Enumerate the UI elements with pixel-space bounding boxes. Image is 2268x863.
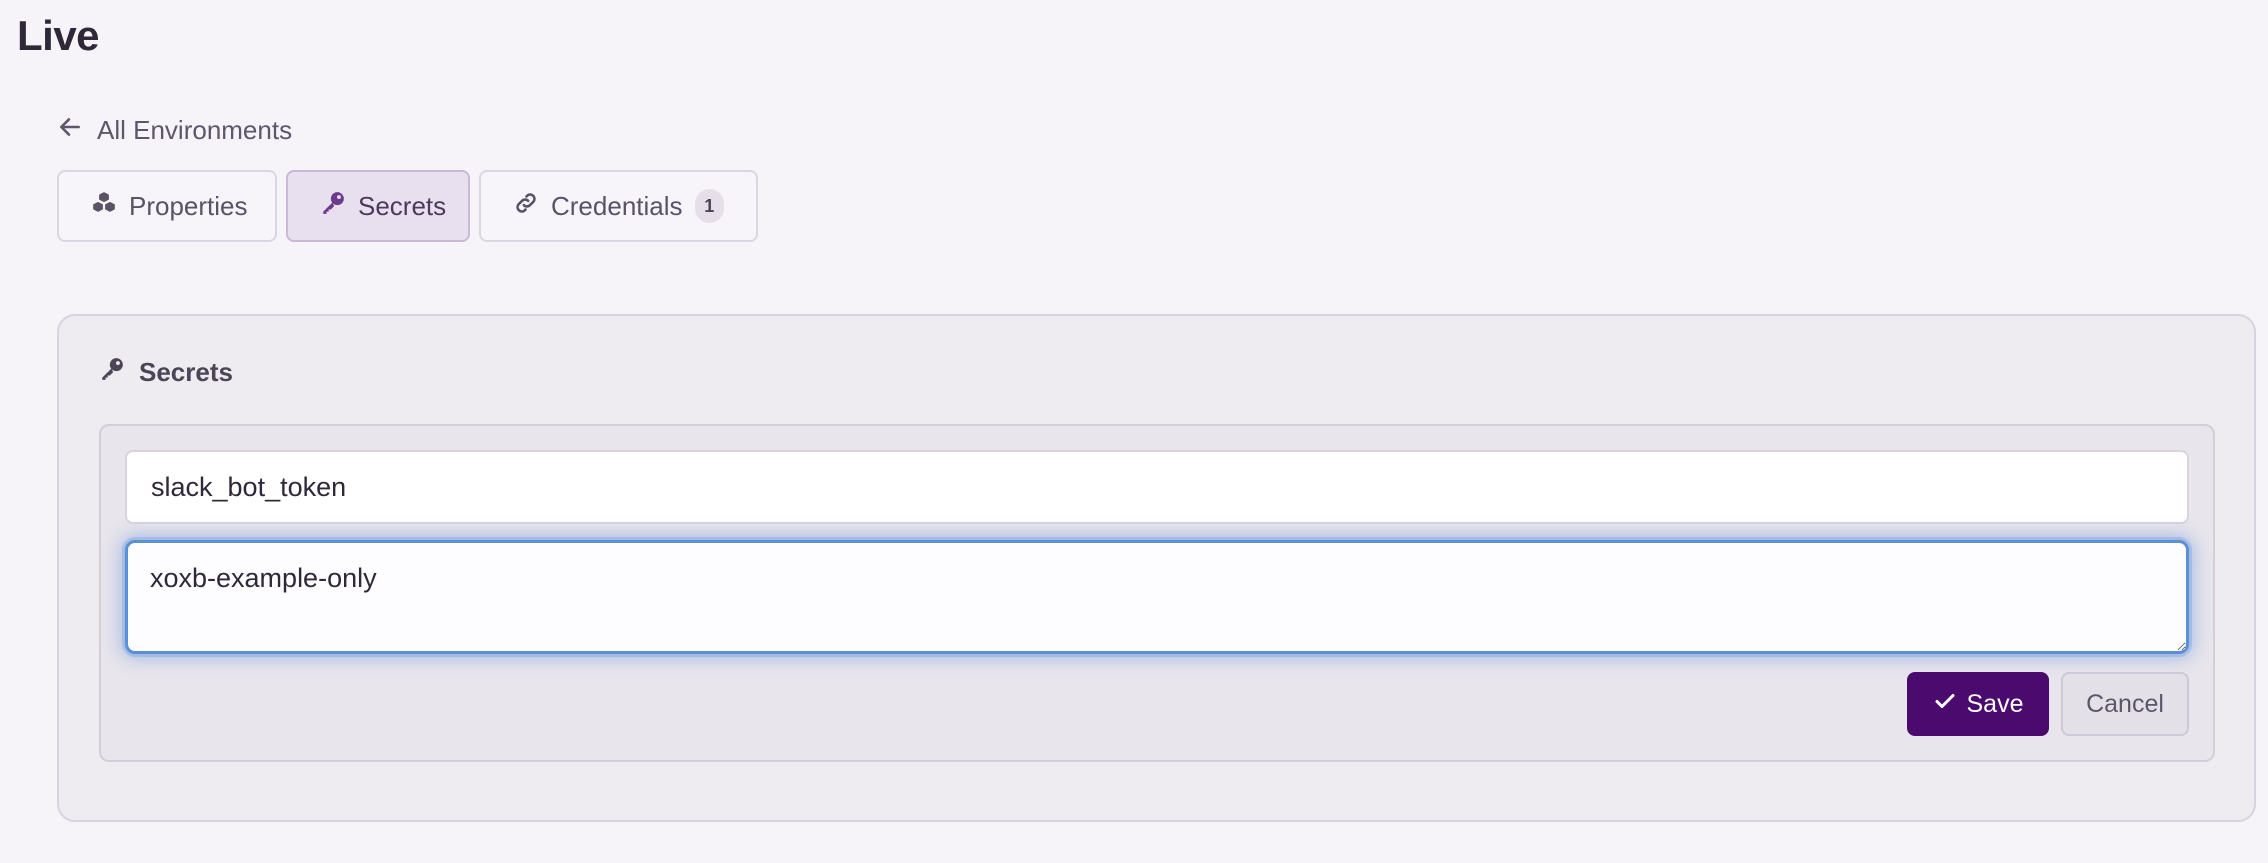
panel-header: Secrets <box>99 356 233 389</box>
cubes-icon <box>91 190 117 223</box>
tab-credentials[interactable]: Credentials 1 <box>479 170 758 242</box>
cancel-button[interactable]: Cancel <box>2061 672 2189 736</box>
tab-properties[interactable]: Properties <box>57 170 277 242</box>
page-title: Live <box>17 12 100 59</box>
tab-label: Credentials <box>551 190 683 221</box>
tab-label: Properties <box>129 190 248 221</box>
key-icon <box>99 356 125 389</box>
environment-tabs: Properties Secrets Credentials 1 <box>57 170 758 242</box>
arrow-left-icon <box>57 114 83 147</box>
panel-heading: Secrets <box>139 357 233 387</box>
secret-name-input[interactable] <box>125 450 2189 524</box>
back-link-label: All Environments <box>97 114 293 145</box>
save-button[interactable]: Save <box>1907 672 2049 736</box>
tab-label: Secrets <box>358 190 447 221</box>
link-icon <box>513 190 539 223</box>
tab-secrets[interactable]: Secrets <box>286 170 470 242</box>
back-to-environments-link[interactable]: All Environments <box>57 112 292 148</box>
key-icon <box>320 190 346 223</box>
save-button-label: Save <box>1966 689 2024 718</box>
secret-value-textarea[interactable]: xoxb-example-only <box>125 540 2189 654</box>
secrets-panel: Secrets xoxb-example-only Save Cancel <box>57 314 2256 822</box>
check-icon <box>1933 689 1957 720</box>
secret-edit-form: xoxb-example-only Save Cancel <box>99 424 2215 762</box>
credentials-count-badge: 1 <box>694 189 724 223</box>
form-actions: Save Cancel <box>1907 672 2189 736</box>
